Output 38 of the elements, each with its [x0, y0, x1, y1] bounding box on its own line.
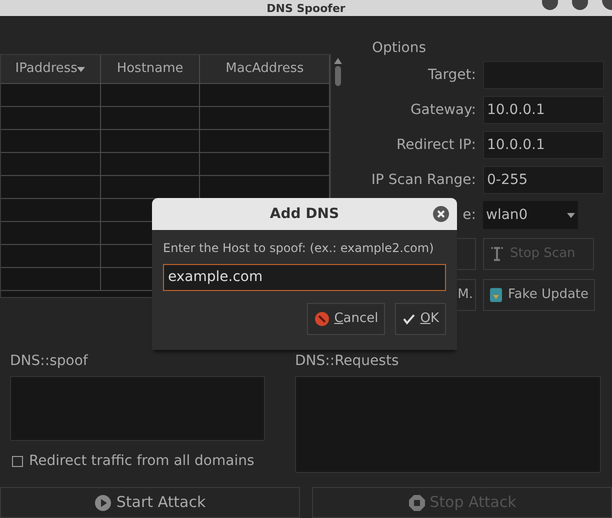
column-header[interactable]: MacAddress — [200, 55, 330, 84]
play-icon — [94, 494, 112, 512]
text-field[interactable]: 10.0.0.1 — [483, 131, 604, 159]
maximize-icon[interactable] — [572, 0, 588, 10]
requests-title: DNS::Requests — [295, 352, 400, 371]
start-attack-button[interactable]: Start Attack — [0, 487, 300, 518]
close-icon[interactable] — [433, 206, 449, 222]
checkbox[interactable] — [12, 456, 23, 467]
cursor-icon — [488, 245, 506, 263]
stop-icon — [408, 494, 426, 512]
check-icon — [402, 312, 416, 326]
cancel-button[interactable]: Cancel — [307, 303, 386, 335]
column-header[interactable]: Hostname — [100, 55, 200, 84]
dialog-prompt: Enter the Host to spoof: (ex.: example2.com) — [163, 240, 435, 257]
text-field[interactable]: 10.0.0.1 — [483, 96, 604, 124]
minimize-icon[interactable] — [542, 0, 558, 10]
host-input[interactable]: example.com — [163, 264, 446, 291]
close-icon[interactable] — [602, 0, 612, 10]
field-label: Target: — [428, 66, 476, 84]
cancel-icon — [314, 311, 330, 327]
fake-update-button[interactable]: Fake Update — [483, 279, 595, 311]
redirect-checkbox[interactable]: Redirect traffic from all domains — [10, 451, 282, 472]
window-title: DNS Spoofer — [266, 2, 346, 14]
column-header[interactable]: IPaddress — [1, 55, 101, 84]
options-title: Options — [371, 39, 428, 58]
dialog-title: Add DNS — [270, 204, 340, 224]
field-label: Gateway: — [410, 100, 476, 120]
scrollbar-thumb[interactable] — [335, 66, 341, 86]
spoof-title: DNS::spoof — [10, 352, 89, 371]
interface-dropdown[interactable]: wlan0 — [483, 201, 578, 229]
scroll-up-icon[interactable] — [334, 58, 342, 64]
text-field[interactable]: 0-255 — [483, 166, 604, 194]
package-icon — [488, 286, 504, 304]
ok-button[interactable]: OK — [395, 303, 446, 335]
dropdown-caret-icon — [567, 212, 575, 218]
field-label: e: — [462, 206, 476, 224]
field-label: IP Scan Range: — [371, 170, 476, 190]
field-label: Redirect IP: — [396, 136, 476, 154]
